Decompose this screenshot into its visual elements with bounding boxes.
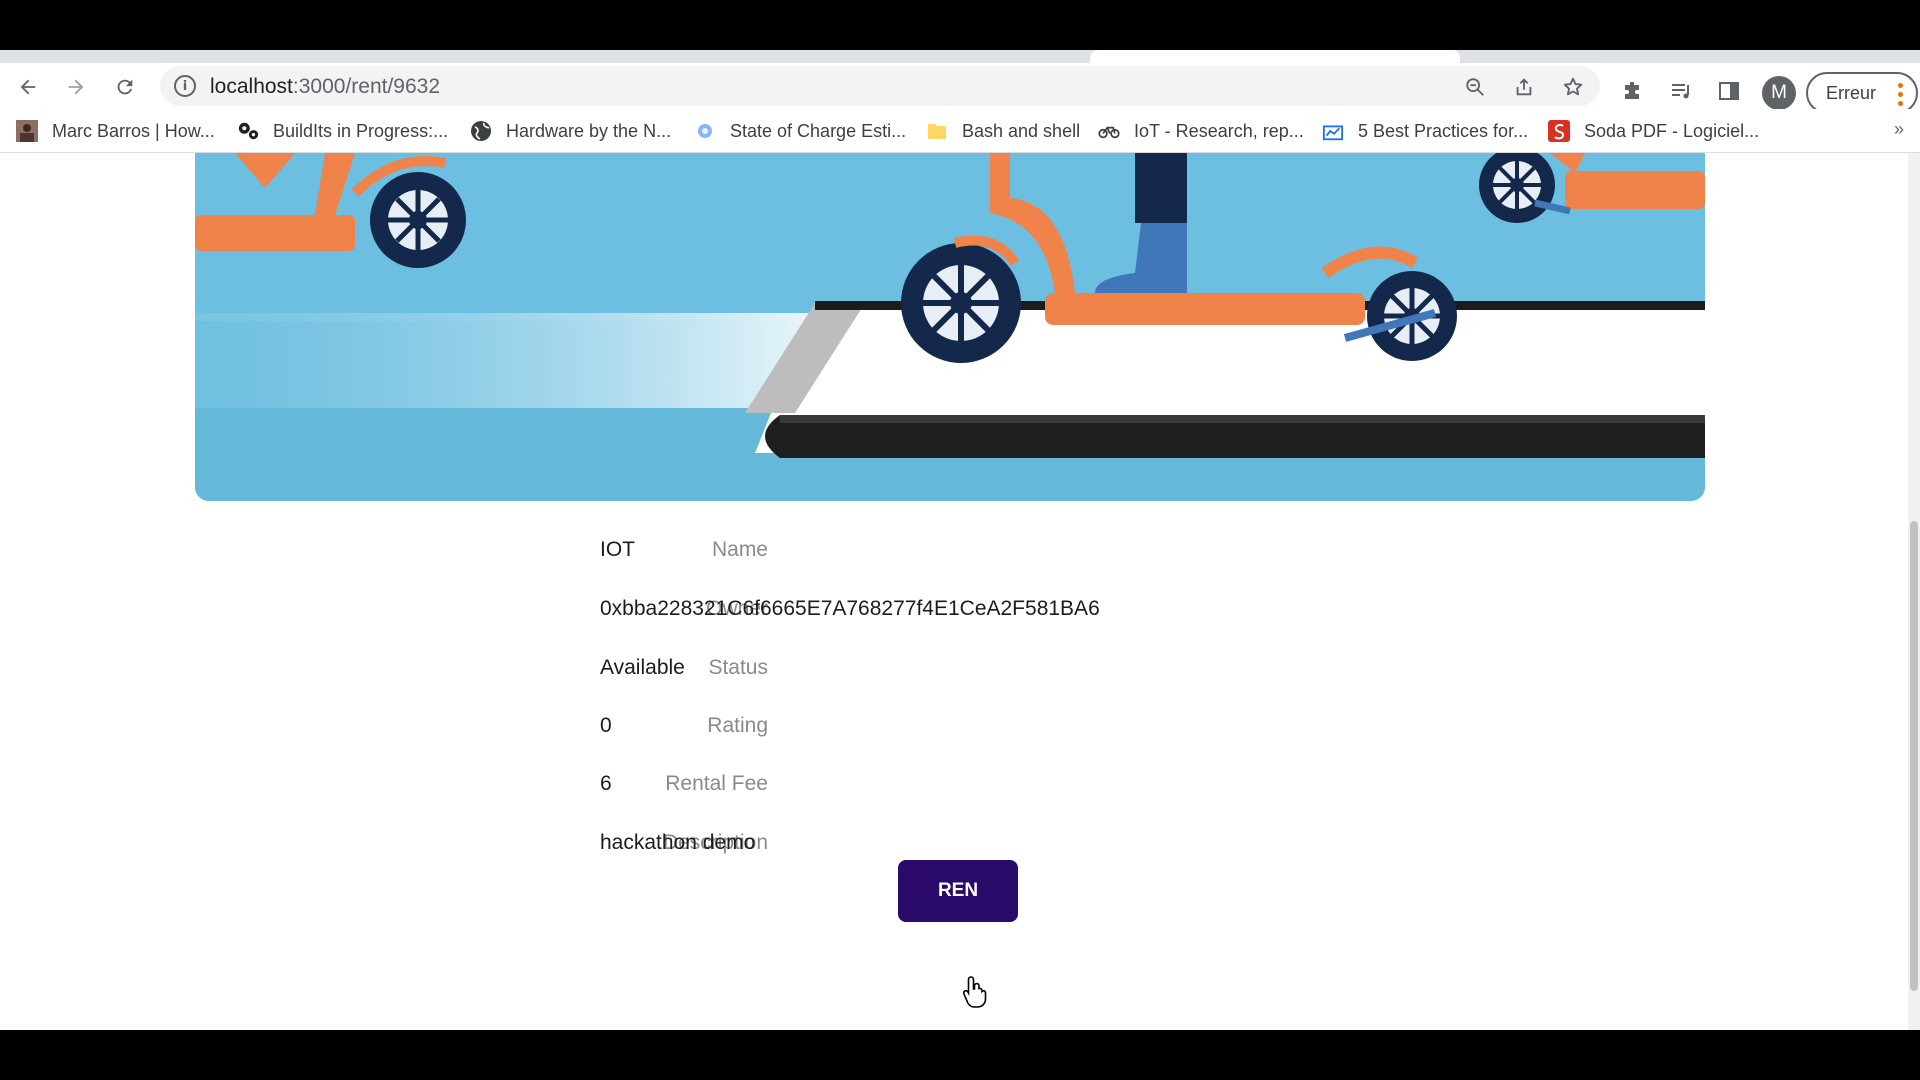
hero-scooter-illustration <box>195 153 1705 501</box>
globe-icon <box>470 120 492 142</box>
back-arrow-icon <box>20 79 36 95</box>
address-bar[interactable]: i localhost:3000/rent/9632 <box>160 66 1600 106</box>
app-icon <box>694 120 716 142</box>
zoom-icon[interactable] <box>1462 74 1488 100</box>
forward-arrow-icon <box>68 79 84 95</box>
bookmark-label: BuildIts in Progress:... <box>273 120 449 141</box>
side-panel-icon[interactable] <box>1714 76 1744 106</box>
status-label: Status <box>708 656 768 679</box>
name-label: Name <box>711 538 768 561</box>
rating-value: 0 <box>600 714 612 737</box>
back-button[interactable] <box>12 71 44 103</box>
profile-avatar[interactable]: M <box>1762 76 1796 110</box>
reload-button[interactable] <box>109 71 141 103</box>
name-value: IOT <box>600 538 635 561</box>
bookmark-star-icon[interactable] <box>1560 74 1586 100</box>
detail-row-description: Description hackathon demo <box>195 831 1705 861</box>
status-value: Available <box>600 656 685 679</box>
bookmark-label: 5 Best Practices for... <box>1358 120 1529 141</box>
error-status-button[interactable]: Erreur <box>1806 72 1918 114</box>
detail-row-name: Name IOT <box>195 538 1705 568</box>
forward-button[interactable] <box>60 71 92 103</box>
bookmark-item[interactable]: IoT - Research, rep... <box>1098 119 1304 143</box>
page-scrollbar[interactable] <box>1908 153 1920 1030</box>
chart-icon <box>1322 120 1344 142</box>
url-path: :3000/rent/9632 <box>292 75 441 98</box>
bookmark-item[interactable]: BuildIts in Progress:... <box>237 119 448 143</box>
person-avatar-icon <box>16 120 38 142</box>
detail-row-rating: Rating 0 <box>195 714 1705 744</box>
bike-icon <box>1098 120 1120 142</box>
browser-toolbar: i localhost:3000/rent/9632 M Erreur <box>0 63 1920 114</box>
bookmark-label: Hardware by the N... <box>506 120 672 141</box>
rent-button[interactable]: REN <box>898 860 1018 922</box>
detail-row-status: Status Available <box>195 656 1705 686</box>
rental-fee-label: Rental Fee <box>665 772 768 795</box>
screen: i localhost:3000/rent/9632 M Erreur Marc… <box>0 0 1920 1080</box>
bookmark-label: IoT - Research, rep... <box>1134 120 1304 141</box>
url-text[interactable]: localhost:3000/rent/9632 <box>210 75 440 99</box>
bookmark-label: Soda PDF - Logiciel... <box>1584 120 1760 141</box>
bookmark-item[interactable]: Marc Barros | How... <box>16 119 215 143</box>
tab-strip <box>0 50 1920 63</box>
rental-fee-value: 6 <box>600 772 612 795</box>
bookmark-label: Bash and shell <box>962 120 1081 141</box>
active-tab[interactable] <box>1090 50 1460 63</box>
detail-row-owner: Owner 0xbba228321C6f6665E7A768277f4E1CeA… <box>195 597 1705 627</box>
menu-kebab-icon[interactable] <box>1898 83 1904 110</box>
bookmark-item[interactable]: Bash and shell <box>926 119 1080 143</box>
bookmark-item[interactable]: Hardware by the N... <box>470 119 671 143</box>
folder-icon <box>926 120 948 142</box>
bookmark-item[interactable]: 5 Best Practices for... <box>1322 119 1528 143</box>
detail-row-rental-fee: Rental Fee 6 <box>195 772 1705 802</box>
extensions-icon[interactable] <box>1618 76 1648 106</box>
bookmark-item[interactable]: State of Charge Esti... <box>694 119 906 143</box>
bookmark-label: State of Charge Esti... <box>730 120 907 141</box>
scrollbar-thumb[interactable] <box>1910 521 1918 991</box>
site-info-icon[interactable]: i <box>174 75 196 97</box>
media-control-icon[interactable] <box>1666 76 1696 106</box>
bookmarks-overflow-chevron[interactable]: » <box>1894 119 1904 140</box>
reload-icon <box>117 79 133 95</box>
url-host: localhost <box>210 75 293 98</box>
bookmark-item[interactable]: Soda PDF - Logiciel... <box>1548 119 1759 143</box>
share-icon[interactable] <box>1511 74 1537 100</box>
error-label: Erreur <box>1826 82 1877 103</box>
description-value: hackathon demo <box>600 831 756 854</box>
owner-value: 0xbba228321C6f6665E7A768277f4E1CeA2F581B… <box>600 597 1100 620</box>
gears-icon <box>237 120 259 142</box>
rating-label: Rating <box>707 714 768 737</box>
soda-pdf-icon <box>1548 120 1570 142</box>
bookmark-label: Marc Barros | How... <box>52 120 215 141</box>
bookmarks-bar: Marc Barros | How... BuildIts in Progres… <box>0 109 1920 153</box>
